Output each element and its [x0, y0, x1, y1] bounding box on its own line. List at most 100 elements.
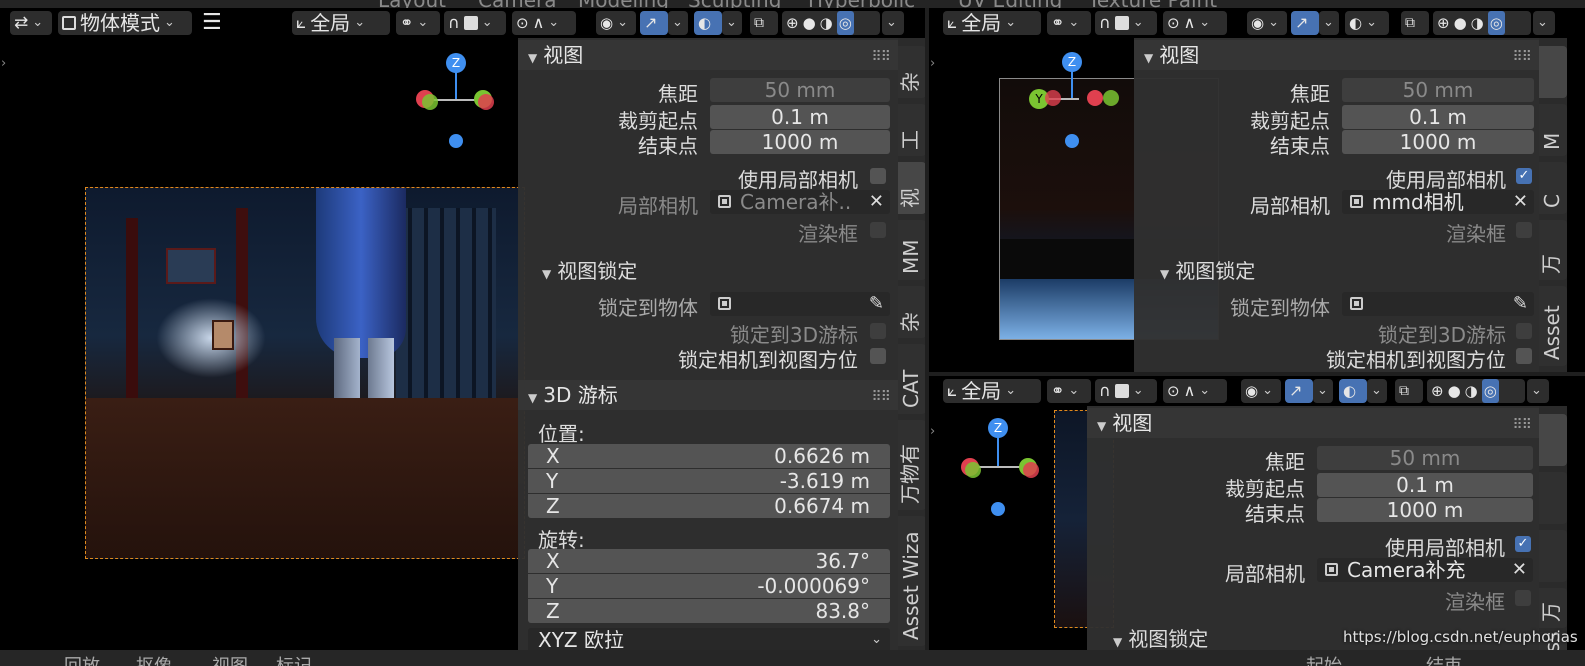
clip-start-field[interactable]: 0.1 m — [710, 105, 890, 129]
focal-length-field[interactable]: 50 mm — [1317, 446, 1533, 470]
view-lock-header[interactable]: ▼ 视图锁定 — [542, 255, 637, 284]
shading-dropdown[interactable]: ⌄ — [1533, 11, 1555, 35]
gizmo-dropdown[interactable]: ⌄ — [1319, 11, 1339, 35]
toolbar-expand-icon[interactable]: › — [1, 56, 6, 71]
overlay-dropdown[interactable]: ⌄ — [1367, 379, 1387, 403]
navigation-gizmo[interactable]: Z — [961, 418, 1073, 518]
lock-cursor-checkbox[interactable] — [870, 323, 886, 339]
axis-z-neg-icon[interactable] — [449, 134, 463, 148]
clip-end-field[interactable]: 1000 m — [1342, 130, 1534, 154]
proportional-edit-dropdown[interactable]: ⊙ ∧ ⌄ — [512, 11, 576, 35]
workspace-tab[interactable]: Layout — [378, 0, 446, 8]
mode-dropdown[interactable]: 物体模式 ⌄ — [58, 11, 192, 35]
axis-x-icon[interactable] — [478, 94, 494, 110]
playback-menu[interactable]: 回放 — [64, 652, 100, 666]
xray-toggle[interactable]: ⧉ — [1401, 11, 1429, 35]
lock-cursor-checkbox[interactable] — [1516, 323, 1532, 339]
tab-mm[interactable]: MM — [898, 220, 925, 280]
overlay-toggle[interactable]: ◐ — [694, 11, 722, 35]
focal-length-field[interactable]: 50 mm — [710, 78, 890, 102]
tab-view[interactable]: 视 — [898, 162, 925, 214]
rendered-icon[interactable]: ◎ — [1487, 11, 1505, 35]
view-menu[interactable]: 视图 — [212, 652, 248, 666]
pivot-dropdown[interactable]: ⚭ ⌄ — [1047, 11, 1091, 35]
toolbar-expand-icon[interactable]: › — [930, 424, 935, 439]
clip-start-field[interactable]: 0.1 m — [1317, 473, 1533, 497]
gizmo-dropdown[interactable]: ⌄ — [668, 11, 688, 35]
rendered-icon[interactable]: ◎ — [836, 11, 854, 35]
xray-toggle[interactable]: ⧉ — [1395, 379, 1423, 403]
rotation-mode-dropdown[interactable]: XYZ 欧拉 ⌄ — [528, 628, 890, 650]
axis-x-neg-icon[interactable] — [1045, 90, 1061, 106]
orientation-dropdown[interactable]: ⟀ 全局 ⌄ — [943, 11, 1041, 35]
tab-asset-wizard[interactable]: Asset Wiza — [898, 516, 925, 646]
clear-icon[interactable]: ✕ — [1513, 190, 1528, 214]
lock-object-field[interactable]: ✎ — [710, 292, 890, 316]
visibility-dropdown[interactable]: ◉ ⌄ — [596, 11, 636, 35]
location-x-field[interactable]: X 0.6626 m — [528, 444, 890, 468]
local-camera-field[interactable]: Camera补.. ✕ — [710, 190, 890, 214]
use-local-camera-checkbox[interactable]: ✓ — [1515, 536, 1531, 552]
rotation-y-field[interactable]: Y -0.000069° — [528, 574, 890, 598]
workspace-tab[interactable]: Sculpting — [688, 0, 781, 8]
visibility-dropdown[interactable]: ◉ ⌄ — [1247, 11, 1287, 35]
render-border-checkbox[interactable] — [1515, 590, 1531, 606]
overlay-toggle[interactable]: ◐ — [1339, 379, 1367, 403]
tab-everything[interactable]: 万 — [1539, 220, 1567, 280]
rotation-z-field[interactable]: Z 83.8° — [528, 599, 890, 623]
lock-camera-checkbox[interactable] — [870, 348, 886, 364]
proportional-edit-dropdown[interactable]: ⊙ ∧ ⌄ — [1163, 11, 1227, 35]
snap-dropdown[interactable]: ∩ ⌄ — [1095, 379, 1157, 403]
orientation-dropdown[interactable]: ⟀ 全局 ⌄ — [292, 11, 390, 35]
location-z-field[interactable]: Z 0.6674 m — [528, 494, 890, 518]
axis-z-icon[interactable]: Z — [988, 418, 1008, 438]
eyedropper-icon[interactable]: ✎ — [869, 292, 884, 316]
workspace-tab[interactable]: Texture Paint — [1088, 0, 1217, 8]
snap-dropdown[interactable]: ∩ ⌄ — [1095, 11, 1157, 35]
tab-m[interactable]: M — [1539, 104, 1567, 156]
view-lock-header[interactable]: ▼ 视图锁定 — [1160, 255, 1255, 284]
axis-z-neg-icon[interactable] — [1065, 134, 1079, 148]
shading-dropdown[interactable]: ⌄ — [882, 11, 904, 35]
view-panel-header[interactable]: ▼ 视图 ⠿⠿ — [518, 40, 898, 70]
viewport-right-top[interactable]: ⟀ 全局 ⌄ ⚭ ⌄ ∩ ⌄ ⊙ ∧ ⌄ ◉ ⌄ ↗ ⌄ ◐ ⌄ ⧉ ⊕ ● ◑ ◎ ⌄ › Z Y … — [929, 8, 1585, 372]
pivot-dropdown[interactable]: ⚭ ⌄ — [1047, 379, 1091, 403]
workspace-tab[interactable]: UV Editing — [958, 0, 1062, 8]
clear-icon[interactable]: ✕ — [1512, 558, 1527, 582]
render-border-checkbox[interactable] — [870, 222, 886, 238]
viewport-left[interactable]: ⇄ ⌄ 物体模式 ⌄ ☰ ⟀ 全局 ⌄ ⚭ ⌄ ∩ ⌄ ⊙ ∧ ⌄ ◉ ⌄ ↗ ⌄ ◐ ⌄ ⧉ … — [0, 8, 925, 650]
drag-handle-icon[interactable]: ⠿⠿ — [871, 382, 890, 412]
clip-end-field[interactable]: 1000 m — [710, 130, 890, 154]
eyedropper-icon[interactable]: ✎ — [1513, 292, 1528, 316]
tab-everything[interactable]: 万 — [1539, 588, 1567, 628]
pivot-dropdown[interactable]: ⚭ ⌄ — [396, 11, 440, 35]
rotation-x-field[interactable]: X 36.7° — [528, 549, 890, 573]
cursor-panel-header[interactable]: ▼ 3D 游标 ⠿⠿ — [518, 380, 898, 410]
navigation-gizmo[interactable]: Z — [412, 53, 502, 154]
view-panel-header[interactable]: ▼ 视图 ⠿⠿ — [1087, 408, 1539, 438]
menu-icon[interactable]: ☰ — [198, 11, 224, 35]
gizmo-toggle[interactable]: ↗ — [1285, 379, 1313, 403]
shading-dropdown[interactable]: ⌄ — [1527, 379, 1549, 403]
viewport-right-bottom[interactable]: ⟀ 全局 ⌄ ⚭ ⌄ ∩ ⌄ ⊙ ∧ ⌄ ◉ ⌄ ↗ ⌄ ◐ ⌄ ⧉ ⊕ ● ◑ ◎ ⌄ › Z ▼… — [929, 376, 1585, 650]
tab-m[interactable] — [1539, 472, 1567, 524]
workspace-tab[interactable]: Camera — [478, 0, 557, 8]
focal-length-field[interactable]: 50 mm — [1342, 78, 1534, 102]
axis-y-icon[interactable] — [422, 94, 438, 110]
axis-x-icon[interactable] — [1087, 90, 1103, 106]
gizmo-toggle[interactable]: ↗ — [1291, 11, 1319, 35]
orientation-dropdown[interactable]: ⟀ 全局 ⌄ — [943, 379, 1041, 403]
clip-start-field[interactable]: 0.1 m — [1342, 105, 1534, 129]
marker-menu[interactable]: 标记 — [276, 652, 312, 666]
tab-cat[interactable]: CAT — [898, 344, 925, 414]
keying-menu[interactable]: 抠像 — [136, 652, 172, 666]
tab-c[interactable]: C — [1539, 162, 1567, 214]
axis-y-neg-icon[interactable] — [1103, 90, 1119, 106]
shading-modes[interactable]: ⊕ ● ◑ ◎ — [1433, 11, 1531, 35]
toolbar-expand-icon[interactable]: › — [930, 56, 935, 71]
drag-handle-icon[interactable]: ⠿⠿ — [1512, 410, 1531, 440]
editor-type-button[interactable]: ⇄ ⌄ — [10, 11, 52, 35]
use-local-camera-checkbox[interactable] — [870, 168, 886, 184]
visibility-dropdown[interactable]: ◉ ⌄ — [1241, 379, 1281, 403]
snap-dropdown[interactable]: ∩ ⌄ — [444, 11, 506, 35]
